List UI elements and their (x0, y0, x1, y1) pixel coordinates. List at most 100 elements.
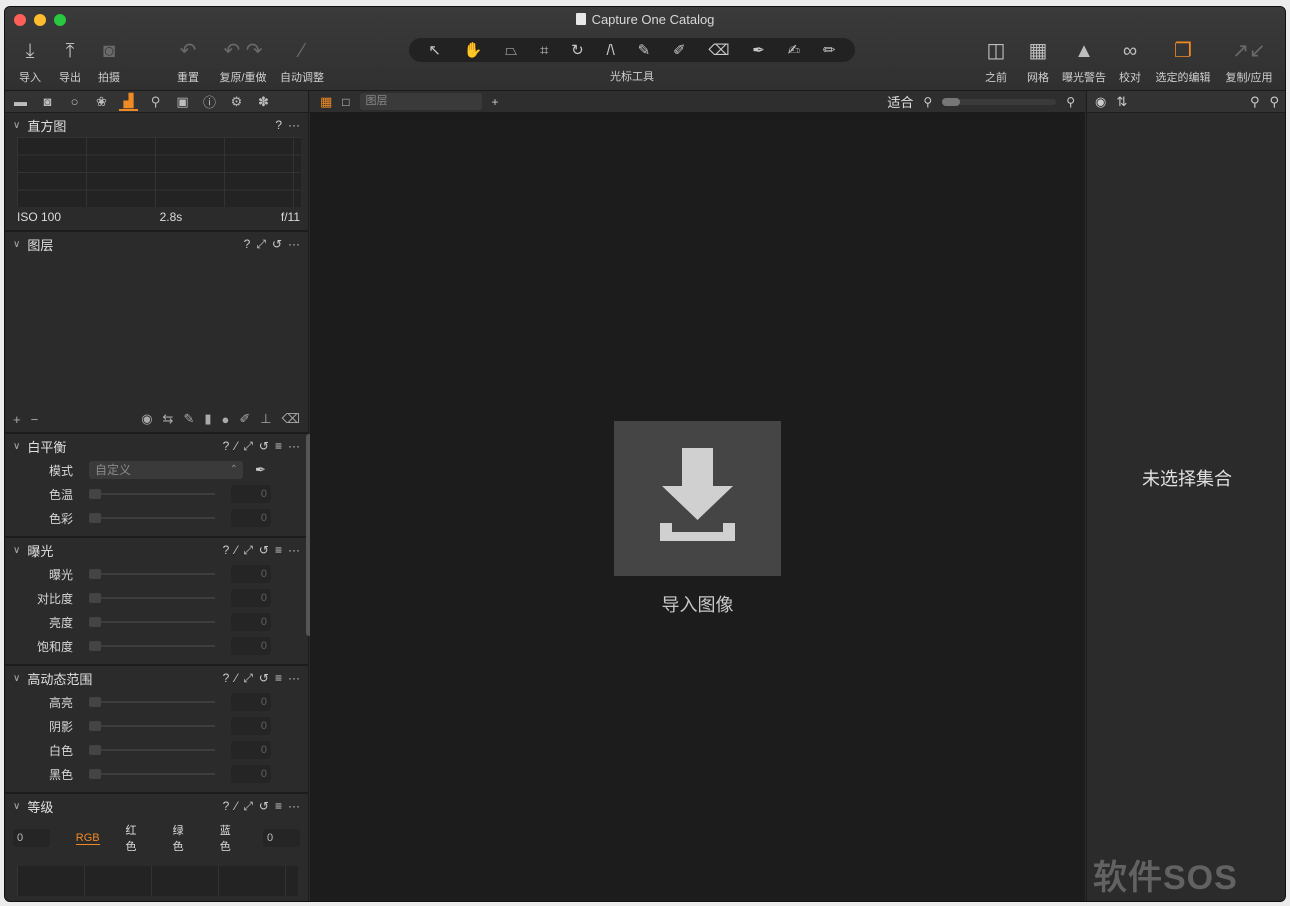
exposure-slider[interactable] (89, 569, 215, 579)
contrast-slider[interactable] (89, 593, 215, 603)
single-view-icon[interactable]: □ (342, 95, 349, 109)
reset-icon[interactable]: ↺ (259, 799, 269, 814)
zoom-slider[interactable] (942, 97, 1057, 106)
wb-tint-field[interactable]: 0 (231, 509, 271, 527)
straighten-icon[interactable]: /\ (607, 42, 615, 59)
auto-adjust-button[interactable]: ⁄ 自动调整 (279, 37, 325, 87)
batch-tab-icon[interactable]: ✽ (254, 94, 273, 110)
brightness-slider[interactable] (89, 617, 215, 627)
levels-high-field[interactable]: 0 (262, 829, 300, 847)
rotate-icon[interactable]: ↻ (571, 41, 584, 59)
wb-mode-select[interactable]: 自定义 (89, 461, 243, 479)
channel-rgb[interactable]: RGB (75, 832, 100, 845)
presets-icon[interactable]: ≡ (275, 671, 282, 686)
more-button[interactable]: ··· (288, 118, 300, 132)
pan-hand-icon[interactable]: ✋ (464, 41, 483, 59)
levels-low-field[interactable]: 0 (13, 829, 50, 847)
shadow-field[interactable]: 0 (231, 717, 271, 735)
details-tab-icon[interactable]: ⚲ (146, 94, 165, 110)
reset-button[interactable]: ↶ 重置 (173, 37, 203, 87)
exposure-header[interactable]: ∨ 曝光 ? ⁄ ⤢ ↺ ≡ ··· (5, 538, 308, 562)
pen-icon[interactable]: ✏ (823, 41, 836, 59)
show-mask-icon[interactable]: ◉ (141, 411, 152, 427)
wb-temp-slider[interactable] (89, 489, 215, 499)
hdr-header[interactable]: ∨ 高动态范围 ? ⁄ ⤢ ↺ ≡ ··· (5, 666, 308, 690)
metadata-tab-icon[interactable]: ⓘ (200, 92, 219, 111)
heal-icon[interactable]: ✐ (673, 41, 686, 59)
zoom-in-icon[interactable]: ⚲ (1066, 95, 1075, 109)
levels-header[interactable]: ∨ 等级 ? ⁄ ⤢ ↺ ≡ ··· (5, 794, 308, 818)
help-button[interactable]: ? (223, 543, 230, 558)
output-tab-icon[interactable]: ⚙ (227, 94, 246, 110)
channel-blue[interactable]: 蓝色 (220, 822, 241, 854)
exposure-field[interactable]: 0 (231, 565, 271, 583)
expand-icon[interactable]: ⤢ (256, 237, 266, 252)
picker-icon[interactable]: ⁄ (235, 671, 237, 686)
black-field[interactable]: 0 (231, 765, 271, 783)
picker-icon[interactable]: ⁄ (235, 439, 237, 454)
select-cursor-icon[interactable]: ↖ (428, 41, 441, 59)
reset-icon[interactable]: ↺ (259, 671, 269, 686)
add-layer-icon[interactable]: + (13, 412, 21, 427)
sort-icon[interactable]: ⇅ (1116, 94, 1127, 110)
more-button[interactable]: ··· (288, 237, 300, 252)
saturation-field[interactable]: 0 (231, 637, 271, 655)
erase-mask-icon[interactable]: ⌫ (282, 411, 300, 427)
lens-tab-icon[interactable]: ○ (65, 94, 84, 109)
exposure-warning-button[interactable]: ▲ 曝光警告 (1061, 37, 1107, 87)
help-button[interactable]: ? (275, 118, 282, 132)
search-icon[interactable]: ⚲ (1250, 94, 1260, 110)
swap-icon[interactable]: ⇆ (163, 411, 174, 427)
channel-green[interactable]: 绿色 (173, 822, 194, 854)
help-button[interactable]: ? (223, 799, 230, 814)
presets-icon[interactable]: ≡ (275, 543, 282, 558)
fit-label[interactable]: 适合 (887, 92, 913, 111)
eraser-icon[interactable]: ⌫ (708, 41, 729, 59)
import-button[interactable]: ⤓ 导入 (15, 37, 45, 87)
wb-picker-icon[interactable]: ✒ (255, 462, 266, 478)
layer-select[interactable]: 图层 (359, 93, 482, 110)
library-tab-icon[interactable]: ▬ (11, 94, 30, 109)
selected-edit-button[interactable]: ❐ 选定的编辑 (1153, 37, 1213, 87)
linear-gradient-icon[interactable]: ▮ (204, 411, 211, 427)
before-button[interactable]: ◫ 之前 (981, 37, 1011, 87)
draw-mask-icon[interactable]: ✎ (183, 411, 194, 427)
saturation-slider[interactable] (89, 641, 215, 651)
expand-icon[interactable]: ⤢ (243, 671, 253, 686)
grid-view-icon[interactable]: ▦ (320, 94, 332, 110)
white-field[interactable]: 0 (231, 741, 271, 759)
shadow-slider[interactable] (89, 721, 215, 731)
more-button[interactable]: ··· (288, 799, 300, 814)
capture-button[interactable]: ◙ 拍摄 (94, 37, 124, 87)
white-balance-header[interactable]: ∨ 白平衡 ? ⁄ ⤢ ↺ ≡ ··· (5, 434, 308, 458)
expand-icon[interactable]: ⤢ (243, 543, 253, 558)
reset-icon[interactable]: ↺ (272, 237, 282, 252)
picker-icon[interactable]: ⁄ (235, 543, 237, 558)
crop-icon[interactable]: ⌗ (540, 42, 548, 59)
wb-temp-field[interactable]: 0 (231, 485, 271, 503)
eye-icon[interactable]: ◉ (1095, 94, 1106, 110)
highlight-slider[interactable] (89, 697, 215, 707)
highlight-field[interactable]: 0 (231, 693, 271, 711)
histogram-header[interactable]: ∨ 直方图 ? ··· (5, 113, 308, 137)
brightness-field[interactable]: 0 (231, 613, 271, 631)
channel-red[interactable]: 红色 (125, 822, 146, 854)
grid-button[interactable]: ▦ 网格 (1023, 37, 1053, 87)
picker-icon[interactable]: ✒ (752, 41, 765, 59)
exposure-tab-icon[interactable]: ▟ (119, 93, 138, 111)
expand-icon[interactable]: ⤢ (243, 439, 253, 454)
more-button[interactable]: ··· (288, 439, 300, 454)
more-button[interactable]: ··· (288, 671, 300, 686)
presets-icon[interactable]: ≡ (275, 799, 282, 814)
more-button[interactable]: ··· (288, 543, 300, 558)
levels-graph[interactable] (17, 866, 298, 896)
keystone-icon[interactable]: ⏢ (505, 42, 517, 59)
capture-tab-icon[interactable]: ◙ (38, 94, 57, 109)
reset-icon[interactable]: ↺ (259, 439, 269, 454)
presets-icon[interactable]: ≡ (275, 439, 282, 454)
reset-icon[interactable]: ↺ (259, 543, 269, 558)
radial-gradient-icon[interactable]: ● (222, 412, 230, 427)
clone-stamp-icon[interactable]: ⊥ (260, 411, 271, 427)
undo-redo-button[interactable]: ↶ ↷ 复原/重做 (215, 37, 271, 87)
picker-icon[interactable]: ⁄ (235, 799, 237, 814)
